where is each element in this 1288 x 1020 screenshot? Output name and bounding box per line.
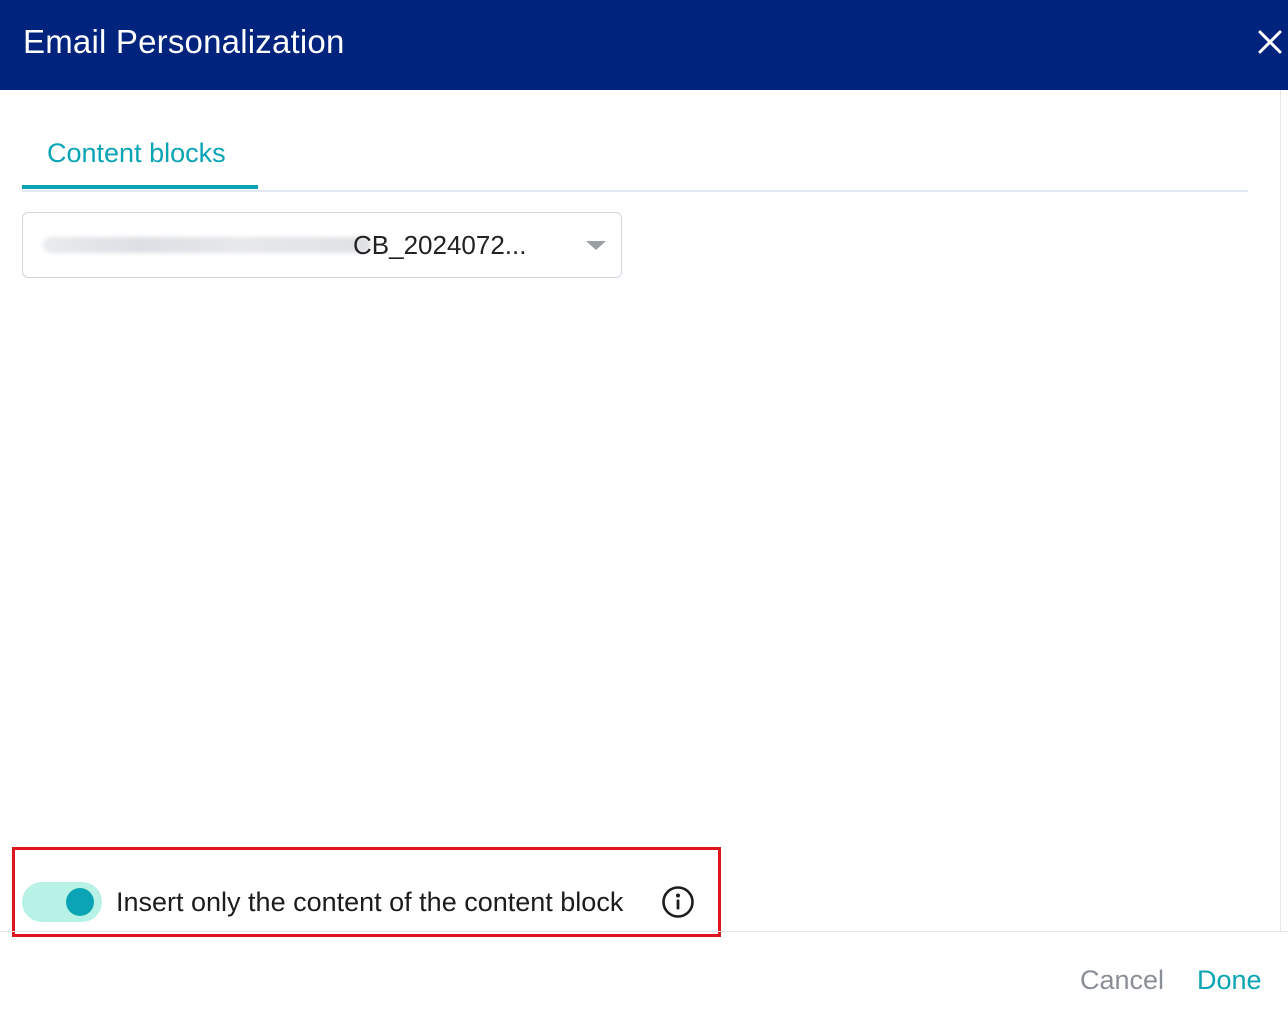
toggle-label: Insert only the content of the content b… <box>116 887 624 917</box>
info-icon[interactable] <box>661 885 695 919</box>
active-tab-indicator <box>22 185 258 189</box>
redacted-text <box>43 237 371 253</box>
done-button[interactable]: Done <box>1197 964 1262 996</box>
tab-content-blocks[interactable]: Content blocks <box>22 120 258 189</box>
close-icon <box>1258 30 1282 54</box>
toggle-knob <box>66 888 94 916</box>
caret-down-icon <box>586 241 606 250</box>
dialog-title: Email Personalization <box>23 23 345 60</box>
insert-only-content-toggle[interactable] <box>22 882 102 922</box>
tab-label: Content blocks <box>47 138 226 168</box>
select-value: CB_2024072... <box>353 230 527 260</box>
content-block-select[interactable]: CB_2024072... <box>22 212 622 278</box>
footer-divider <box>0 931 1288 932</box>
close-button[interactable] <box>1252 24 1288 60</box>
scrollbar[interactable] <box>1280 90 1288 932</box>
email-personalization-dialog: Email Personalization Content blocks CB_… <box>0 0 1288 1020</box>
dialog-header: Email Personalization <box>0 0 1288 90</box>
tab-bar: Content blocks <box>22 120 1248 192</box>
cancel-button[interactable]: Cancel <box>1080 964 1164 996</box>
